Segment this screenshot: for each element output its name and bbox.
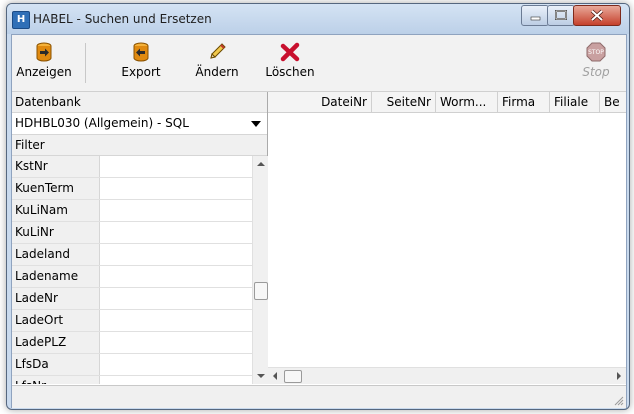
- column-header-seitenr[interactable]: SeiteNr: [372, 92, 436, 112]
- export-label: Export: [121, 65, 161, 79]
- filter-field-name: LadeOrt: [12, 310, 100, 331]
- close-icon: [590, 9, 604, 22]
- filter-field-name: LfsDa: [12, 354, 100, 375]
- filter-row[interactable]: KstNr: [12, 156, 252, 178]
- window-title: HABEL - Suchen und Ersetzen: [33, 12, 212, 26]
- export-button[interactable]: Export: [116, 37, 166, 89]
- toolbar: Anzeigen Export Ändern Löschen STOP Stop: [12, 35, 626, 92]
- delete-x-icon: [280, 42, 300, 62]
- scroll-up-icon[interactable]: [257, 162, 265, 166]
- filter-field-name: KstNr: [12, 156, 100, 177]
- stop-label: Stop: [582, 65, 610, 79]
- chevron-down-icon: [251, 121, 261, 127]
- scroll-left-icon[interactable]: [273, 372, 277, 380]
- results-grid: DateiNr SeiteNr Worm... Firma Filiale Be: [268, 92, 626, 384]
- filter-field-name: Ladename: [12, 266, 100, 287]
- database-export-icon: [133, 42, 149, 62]
- loeschen-label: Löschen: [265, 65, 315, 79]
- aendern-button[interactable]: Ändern: [192, 37, 242, 89]
- database-view-icon: [36, 42, 52, 62]
- filter-vertical-scrollbar[interactable]: [252, 156, 268, 384]
- app-window: H HABEL - Suchen und Ersetzen Anzeigen E…: [6, 3, 630, 410]
- status-bar: [12, 385, 626, 408]
- stop-button[interactable]: STOP Stop: [574, 37, 618, 89]
- scroll-right-icon[interactable]: [617, 372, 621, 380]
- pencil-icon: [210, 43, 226, 59]
- left-panel: Datenbank HDHBL030 (Allgemein) - SQL Fil…: [12, 92, 268, 384]
- column-header-dateinr[interactable]: DateiNr: [268, 92, 372, 112]
- filter-field-name: KuLiNam: [12, 200, 100, 221]
- filter-row[interactable]: LadePLZ: [12, 332, 252, 354]
- filter-field-name: LadePLZ: [12, 332, 100, 353]
- filter-row[interactable]: KuLiNam: [12, 200, 252, 222]
- database-dropdown-value: HDHBL030 (Allgemein) - SQL: [15, 116, 189, 130]
- database-header: Datenbank: [12, 92, 267, 113]
- maximize-icon: [555, 10, 567, 20]
- filter-row[interactable]: KuLiNr: [12, 222, 252, 244]
- filter-list: KstNr KuenTerm KuLiNam KuLiNr Ladeland L…: [12, 156, 252, 384]
- filter-header: Filter: [12, 135, 267, 156]
- anzeigen-button[interactable]: Anzeigen: [14, 37, 74, 89]
- filter-row[interactable]: LadeNr: [12, 288, 252, 310]
- column-header-worm[interactable]: Worm...: [436, 92, 498, 112]
- title-bar[interactable]: H HABEL - Suchen und Ersetzen: [7, 4, 629, 34]
- client-area: Anzeigen Export Ändern Löschen STOP Stop…: [11, 34, 627, 408]
- database-dropdown[interactable]: HDHBL030 (Allgemein) - SQL: [12, 113, 267, 135]
- scroll-thumb[interactable]: [284, 370, 302, 383]
- app-icon: H: [12, 11, 30, 29]
- filter-field-name: KuLiNr: [12, 222, 100, 243]
- filter-field-name: LadeNr: [12, 288, 100, 309]
- stop-sign-icon: STOP: [586, 42, 606, 62]
- minimize-icon: [530, 16, 541, 21]
- close-button[interactable]: [573, 5, 621, 26]
- filter-row[interactable]: Ladeland: [12, 244, 252, 266]
- filter-row[interactable]: KuenTerm: [12, 178, 252, 200]
- aendern-label: Ändern: [195, 65, 239, 79]
- column-header-filiale[interactable]: Filiale: [550, 92, 600, 112]
- scroll-thumb[interactable]: [254, 282, 268, 300]
- filter-field-name: LfsNr: [12, 376, 100, 384]
- resize-grip-icon[interactable]: [612, 394, 624, 406]
- filter-row[interactable]: LfsNr: [12, 376, 252, 384]
- filter-row[interactable]: Ladename: [12, 266, 252, 288]
- filter-row[interactable]: LfsDa: [12, 354, 252, 376]
- filter-field-name: Ladeland: [12, 244, 100, 265]
- loeschen-button[interactable]: Löschen: [262, 37, 318, 89]
- maximize-button[interactable]: [547, 5, 575, 26]
- filter-field-name: KuenTerm: [12, 178, 100, 199]
- toolbar-separator: [85, 43, 86, 83]
- grid-horizontal-scrollbar[interactable]: [268, 367, 626, 384]
- scroll-down-icon[interactable]: [257, 374, 265, 378]
- grid-header: DateiNr SeiteNr Worm... Firma Filiale Be: [268, 92, 626, 113]
- minimize-button[interactable]: [521, 5, 549, 26]
- anzeigen-label: Anzeigen: [16, 65, 72, 79]
- svg-text:STOP: STOP: [588, 49, 604, 56]
- column-header-firma[interactable]: Firma: [498, 92, 550, 112]
- filter-row[interactable]: LadeOrt: [12, 310, 252, 332]
- column-header-be[interactable]: Be: [600, 92, 626, 112]
